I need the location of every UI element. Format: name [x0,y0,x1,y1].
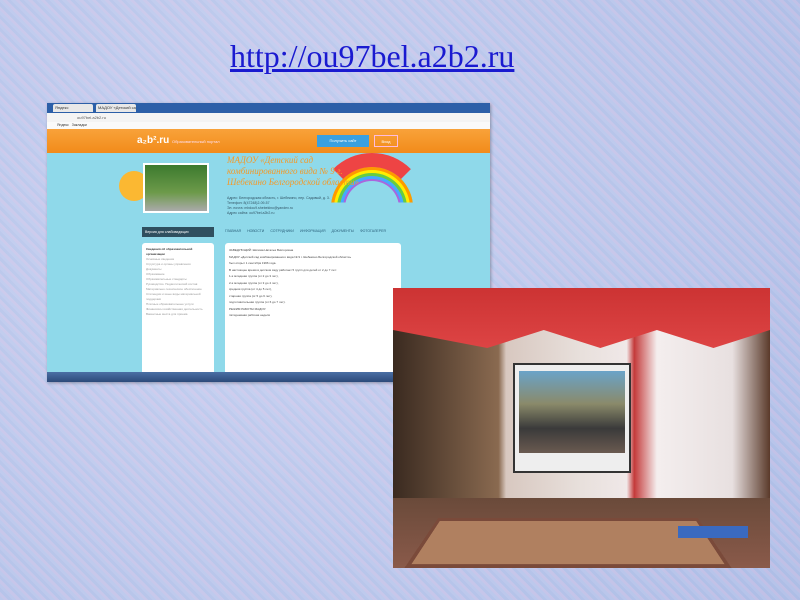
sidebar: Сведения об образовательной организации … [142,243,214,382]
site-title: МАДОУ «Детский сад комбинированного вида… [227,155,359,187]
projected-image [519,371,625,453]
portal-header: a₂b².ru Образовательный портал Получить … [47,129,490,153]
projector-screen [513,363,631,473]
contacts: Адрес: Белгородская область, г. Шебекино… [227,196,330,216]
low-vision-button: Версия для слабовидящих [142,227,214,237]
nav-item: ФОТОГАЛЕРЕЯ [359,229,386,233]
portal-logo: a₂b².ru [137,135,170,146]
curtain-pelmet [393,288,770,348]
nav-item: ГЛАВНАЯ [225,229,242,233]
sidebar-item: Стипендии и иные виды материальной подде… [146,292,201,301]
sidebar-heading: Сведения об образовательной организации [146,247,193,256]
site-url-link[interactable]: http://ou97bel.a2b2.ru [230,38,514,75]
event-photo [393,288,770,568]
nav-item: ДОКУМЕНТЫ [331,229,354,233]
site-nav: ГЛАВНАЯ НОВОСТИ СОТРУДНИКИ ИНФОРМАЦИЯ ДО… [225,229,386,233]
content-line: пятидневная рабочая неделя [229,313,271,317]
portal-tagline: Образовательный портал [172,139,220,144]
get-site-button: Получить сайт [317,135,369,147]
nav-item: СОТРУДНИКИ [270,229,294,233]
nav-item: НОВОСТИ [247,229,265,233]
address-bar: ou97bel.a2b2.ru [47,113,490,122]
nav-item: ИНФОРМАЦИЯ [299,229,326,233]
main-content: ЗАВЕДУЮЩИЙ: Шипова Наталья Викторовна МА… [225,243,401,382]
login-button: Вход [374,135,398,147]
bookmark: Яндекс [57,123,69,127]
browser-tab: МАДОУ «Детский сад к... [96,104,136,112]
browser-tabs: Яндекс МАДОУ «Детский сад к... [47,103,490,113]
kindergarten-photo [143,163,209,213]
contact-line: Адрес сайта: ou97bel.a2b2.ru [227,211,275,215]
bench [678,526,748,538]
bookmark: Закладки [71,123,87,127]
bookmarks-bar: Яндекс Закладки [47,122,490,129]
sidebar-item: Вакантные места для приема [146,312,188,316]
browser-tab: Яндекс [53,104,93,112]
